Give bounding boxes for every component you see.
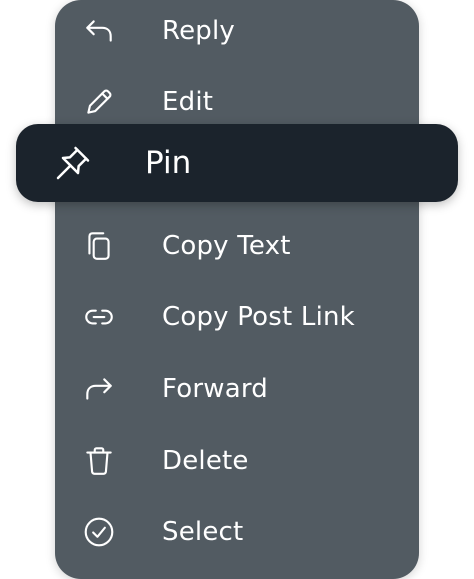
menu-item-label: Forward	[162, 374, 268, 404]
menu-item-label: Pin	[145, 145, 192, 181]
menu-item-select[interactable]: Select	[55, 501, 419, 563]
menu-item-pin[interactable]: Pin	[16, 124, 458, 202]
menu-item-label: Select	[162, 517, 244, 547]
menu-item-label: Reply	[162, 16, 236, 46]
trash-icon	[81, 443, 117, 479]
forward-icon	[81, 371, 117, 407]
pencil-icon	[81, 84, 117, 120]
link-icon	[81, 299, 117, 335]
reply-icon	[81, 13, 117, 49]
menu-item-reply[interactable]: Reply	[55, 0, 419, 62]
copy-icon	[81, 228, 117, 264]
menu-item-label: Copy Post Link	[162, 302, 355, 332]
check-circle-icon	[81, 514, 117, 550]
context-menu: Reply Edit Copy Text Copy Post Link Forw…	[55, 0, 419, 579]
menu-item-copy-post-link[interactable]: Copy Post Link	[55, 286, 419, 348]
menu-item-forward[interactable]: Forward	[55, 358, 419, 420]
menu-item-label: Delete	[162, 446, 249, 476]
menu-item-delete[interactable]: Delete	[55, 430, 419, 492]
screen: Reply Edit Copy Text Copy Post Link Forw…	[0, 0, 474, 579]
menu-item-label: Copy Text	[162, 231, 291, 261]
menu-item-copy-text[interactable]: Copy Text	[55, 215, 419, 277]
pin-icon	[52, 142, 94, 184]
